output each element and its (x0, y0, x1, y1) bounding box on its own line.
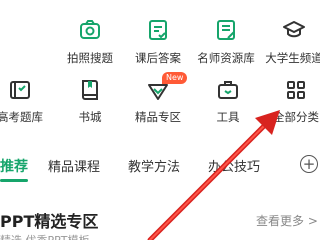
section-subtitle: 精选 优秀PPT模板 (0, 232, 89, 240)
all-categories-icon (284, 78, 308, 102)
answer-book-icon (146, 18, 170, 42)
section-title: PPT精选专区 (0, 212, 99, 231)
tab-recommended[interactable]: 推荐 (0, 156, 28, 176)
graduation-cap-icon (282, 18, 306, 42)
tab-teaching-methods[interactable]: 教学方法 (128, 156, 180, 175)
active-tab-indicator (0, 179, 28, 182)
add-tab-icon[interactable]: + (300, 155, 318, 173)
tab-premium-courses[interactable]: 精品课程 (48, 156, 100, 175)
camera-icon (78, 18, 102, 42)
app-home-screen: 拍照搜题 课后答案 名师资源库 大学生频道 高考题库 书城 精品专区 工具 全部… (0, 0, 320, 240)
category-tabs: 推荐 精品课程 教学方法 办公技巧 + (0, 148, 320, 190)
tab-office-skills[interactable]: 办公技巧 (208, 156, 260, 175)
toolbox-icon (216, 78, 240, 102)
exam-bank-icon (8, 78, 32, 102)
grid-label: 全部分类 (273, 110, 319, 124)
bookstore-icon (78, 78, 102, 102)
teacher-resource-icon (214, 18, 238, 42)
new-badge: New (162, 72, 188, 84)
grid-label: 大学生频道 (265, 51, 320, 65)
view-more-link[interactable]: 查看更多 > (256, 212, 318, 229)
